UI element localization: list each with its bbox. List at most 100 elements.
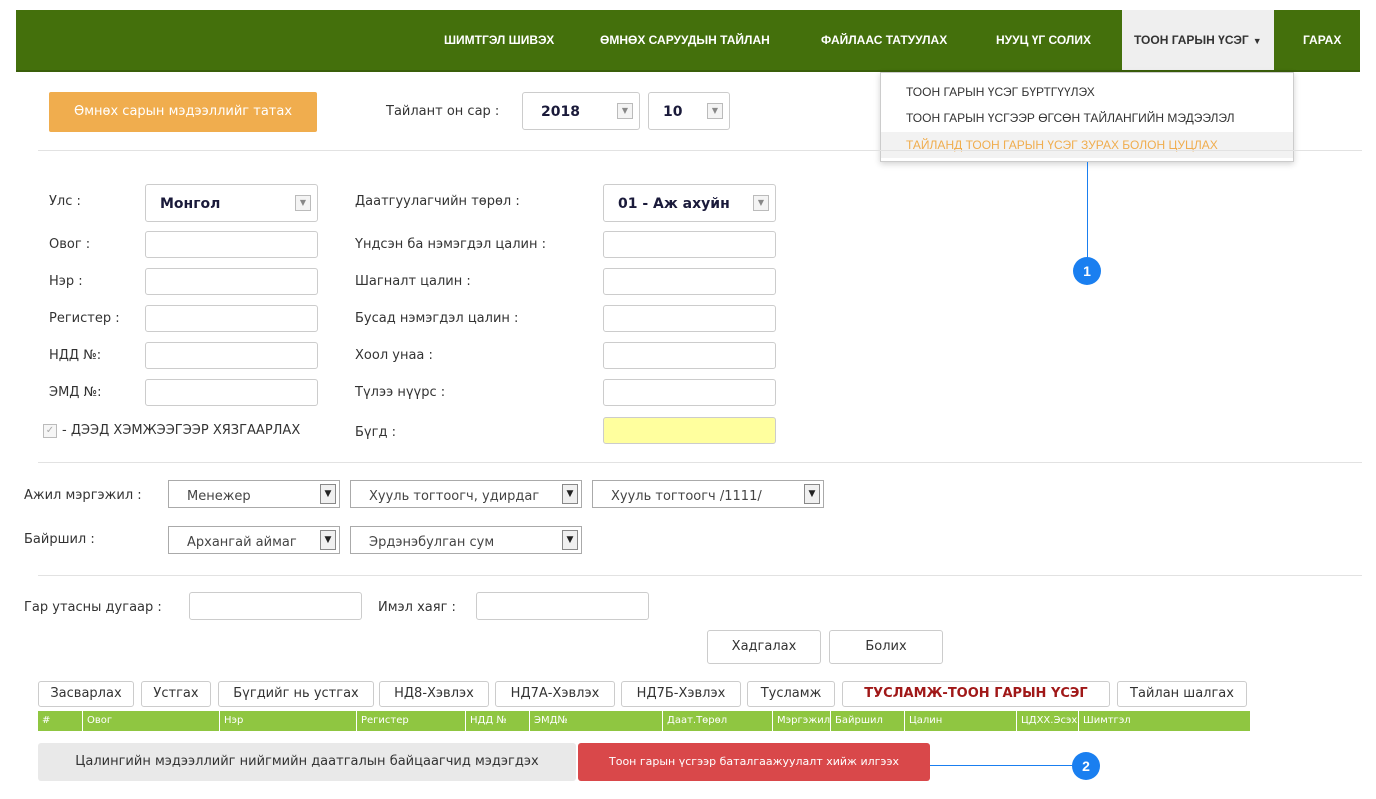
phone-input[interactable] bbox=[189, 592, 362, 620]
help-button[interactable]: Тусламж bbox=[747, 681, 835, 707]
district-select[interactable]: Эрдэнэбулган сум ▼ bbox=[350, 526, 582, 554]
ndd-label: НДД №: bbox=[49, 348, 102, 363]
job-value-2: Хууль тогтоогч, удирдаг bbox=[369, 489, 540, 504]
base-salary-input[interactable] bbox=[603, 231, 776, 258]
callout-2-badge: 2 bbox=[1072, 752, 1100, 780]
month-select[interactable]: 10 ▼ bbox=[648, 92, 730, 130]
province-select[interactable]: Архангай аймаг ▼ bbox=[168, 526, 340, 554]
col-firstname: Нэр bbox=[219, 711, 243, 731]
chevron-down-icon: ▼ bbox=[753, 195, 769, 211]
col-ndd: НДД № bbox=[465, 711, 507, 731]
base-salary-label: Үндсэн ба нэмэгдэл цалин : bbox=[355, 237, 547, 252]
col-salary: Цалин bbox=[904, 711, 942, 731]
nav-change-password[interactable]: НУУЦ ҮГ СОЛИХ bbox=[996, 10, 1091, 70]
email-label: Имэл хаяг : bbox=[378, 600, 456, 615]
print-nd8-button[interactable]: НД8-Хэвлэх bbox=[379, 681, 489, 707]
chevron-down-icon: ▼ bbox=[320, 484, 336, 504]
cancel-button[interactable]: Болих bbox=[829, 630, 943, 664]
digital-sign-submit-button[interactable]: Тоон гарын үсгээр баталгаажуулалт хийж и… bbox=[578, 743, 930, 781]
phone-label: Гар утасны дугаар : bbox=[24, 600, 162, 615]
lastname-input[interactable] bbox=[145, 231, 318, 258]
other-allowance-label: Бусад нэмэгдэл цалин : bbox=[355, 311, 519, 326]
lastname-label: Овог : bbox=[49, 237, 91, 252]
total-label: Бүгд : bbox=[355, 425, 396, 440]
nav-digital-signature[interactable]: ТООН ГАРЫН ҮСЭГ ▼ bbox=[1122, 10, 1274, 70]
nav-exit[interactable]: ГАРАХ bbox=[1303, 10, 1341, 70]
country-value: Монгол bbox=[160, 196, 221, 212]
job-select-1[interactable]: Менежер ▼ bbox=[168, 480, 340, 508]
col-insured-type: Даат.Төрөл bbox=[662, 711, 727, 731]
divider bbox=[38, 150, 1362, 151]
help-digital-signature-button[interactable]: ТУСЛАМЖ-ТООН ГАРЫН ҮСЭГ bbox=[842, 681, 1110, 707]
print-nd7b-button[interactable]: НД7Б-Хэвлэх bbox=[621, 681, 741, 707]
divider bbox=[38, 575, 1362, 576]
insured-type-value: 01 - Аж ахуйн bbox=[618, 196, 730, 212]
nav-prev-reports[interactable]: ӨМНӨХ САРУУДЫН ТАЙЛАН bbox=[600, 10, 770, 70]
delete-all-button[interactable]: Бүгдийг нь устгах bbox=[218, 681, 374, 707]
menu-register-signature[interactable]: ТООН ГАРЫН ҮСЭГ БҮРТГҮҮЛЭХ bbox=[881, 79, 1293, 105]
insured-type-label: Даатгуулагчийн төрөл : bbox=[355, 194, 520, 209]
emd-label: ЭМД №: bbox=[49, 385, 102, 400]
fetch-prev-month-button[interactable]: Өмнөх сарын мэдээллийг татах bbox=[49, 92, 317, 132]
col-contribution: Шимтгэл bbox=[1078, 711, 1131, 731]
col-cdhh: ЦДХХ.Эсэх bbox=[1016, 711, 1077, 731]
firstname-label: Нэр : bbox=[49, 274, 83, 289]
emd-input[interactable] bbox=[145, 379, 318, 406]
other-allowance-input[interactable] bbox=[603, 305, 776, 332]
col-profession: Мэргэжил bbox=[772, 711, 830, 731]
nav-digital-signature-label: ТООН ГАРЫН ҮСЭГ bbox=[1134, 33, 1249, 47]
district-value: Эрдэнэбулган сум bbox=[369, 535, 495, 550]
total-input[interactable] bbox=[603, 417, 776, 444]
job-select-2[interactable]: Хууль тогтоогч, удирдаг ▼ bbox=[350, 480, 582, 508]
job-value-3: Хууль тогтоогч /1111/ bbox=[611, 489, 762, 504]
callout-1-badge: 1 bbox=[1073, 257, 1101, 285]
nav-contribution[interactable]: ШИМТГЭЛ ШИВЭХ bbox=[444, 10, 554, 70]
job-label: Ажил мэргэжил : bbox=[24, 488, 142, 503]
chevron-down-icon: ▼ bbox=[804, 484, 820, 504]
delete-button[interactable]: Устгах bbox=[141, 681, 211, 707]
col-register: Регистер bbox=[356, 711, 409, 731]
divider bbox=[38, 462, 1362, 463]
chevron-down-icon: ▼ bbox=[617, 103, 633, 119]
year-select[interactable]: 2018 ▼ bbox=[522, 92, 640, 130]
food-transport-label: Хоол унаа : bbox=[355, 348, 433, 363]
bonus-salary-input[interactable] bbox=[603, 268, 776, 295]
bonus-salary-label: Шагналт цалин : bbox=[355, 274, 471, 289]
edit-button[interactable]: Засварлах bbox=[38, 681, 134, 707]
email-input[interactable] bbox=[476, 592, 649, 620]
menu-signed-reports[interactable]: ТООН ГАРЫН ҮСГЭЭР ӨГСӨН ТАЙЛАНГИЙН МЭДЭЭ… bbox=[881, 105, 1293, 131]
year-value: 2018 bbox=[541, 104, 580, 120]
menu-sign-cancel-report[interactable]: ТАЙЛАНД ТООН ГАРЫН ҮСЭГ ЗУРАХ БОЛОН ЦУЦЛ… bbox=[881, 132, 1293, 158]
register-label: Регистер : bbox=[49, 311, 120, 326]
food-transport-input[interactable] bbox=[603, 342, 776, 369]
table-header: # Овог Нэр Регистер НДД № ЭМД№ Даат.Төрө… bbox=[38, 711, 1250, 731]
fuel-label: Түлээ нүүрс : bbox=[355, 385, 446, 400]
location-label: Байршил : bbox=[24, 532, 95, 547]
job-value-1: Менежер bbox=[187, 489, 251, 504]
country-label: Улс : bbox=[49, 194, 81, 209]
nav-import-file[interactable]: ФАЙЛААС ТАТУУЛАХ bbox=[821, 10, 947, 70]
province-value: Архангай аймаг bbox=[187, 535, 297, 550]
print-nd7a-button[interactable]: НД7А-Хэвлэх bbox=[495, 681, 615, 707]
register-input[interactable] bbox=[145, 305, 318, 332]
digital-signature-menu: ТООН ГАРЫН ҮСЭГ БҮРТГҮҮЛЭХ ТООН ГАРЫН ҮС… bbox=[880, 72, 1294, 162]
chevron-down-icon: ▼ bbox=[320, 530, 336, 550]
chevron-down-icon: ▼ bbox=[707, 103, 723, 119]
ndd-input[interactable] bbox=[145, 342, 318, 369]
chevron-down-icon: ▼ bbox=[562, 530, 578, 550]
chevron-down-icon: ▼ bbox=[562, 484, 578, 504]
max-limit-label: - ДЭЭД ХЭМЖЭЭГЭЭР ХЯЗГААРЛАХ bbox=[62, 423, 301, 438]
insured-type-select[interactable]: 01 - Аж ахуйн ▼ bbox=[603, 184, 776, 222]
top-navbar: ШИМТГЭЛ ШИВЭХ ӨМНӨХ САРУУДЫН ТАЙЛАН ФАЙЛ… bbox=[16, 10, 1360, 72]
job-select-3[interactable]: Хууль тогтоогч /1111/ ▼ bbox=[592, 480, 824, 508]
country-select[interactable]: Монгол ▼ bbox=[145, 184, 318, 222]
notify-inspector-button[interactable]: Цалингийн мэдээллийг нийгмийн даатгалын … bbox=[38, 743, 576, 781]
month-value: 10 bbox=[663, 104, 683, 120]
fuel-input[interactable] bbox=[603, 379, 776, 406]
firstname-input[interactable] bbox=[145, 268, 318, 295]
col-lastname: Овог bbox=[82, 711, 112, 731]
col-emd: ЭМД№ bbox=[529, 711, 568, 731]
check-report-button[interactable]: Тайлан шалгах bbox=[1117, 681, 1247, 707]
save-button[interactable]: Хадгалах bbox=[707, 630, 821, 664]
max-limit-checkbox[interactable]: ✓ bbox=[43, 424, 57, 438]
